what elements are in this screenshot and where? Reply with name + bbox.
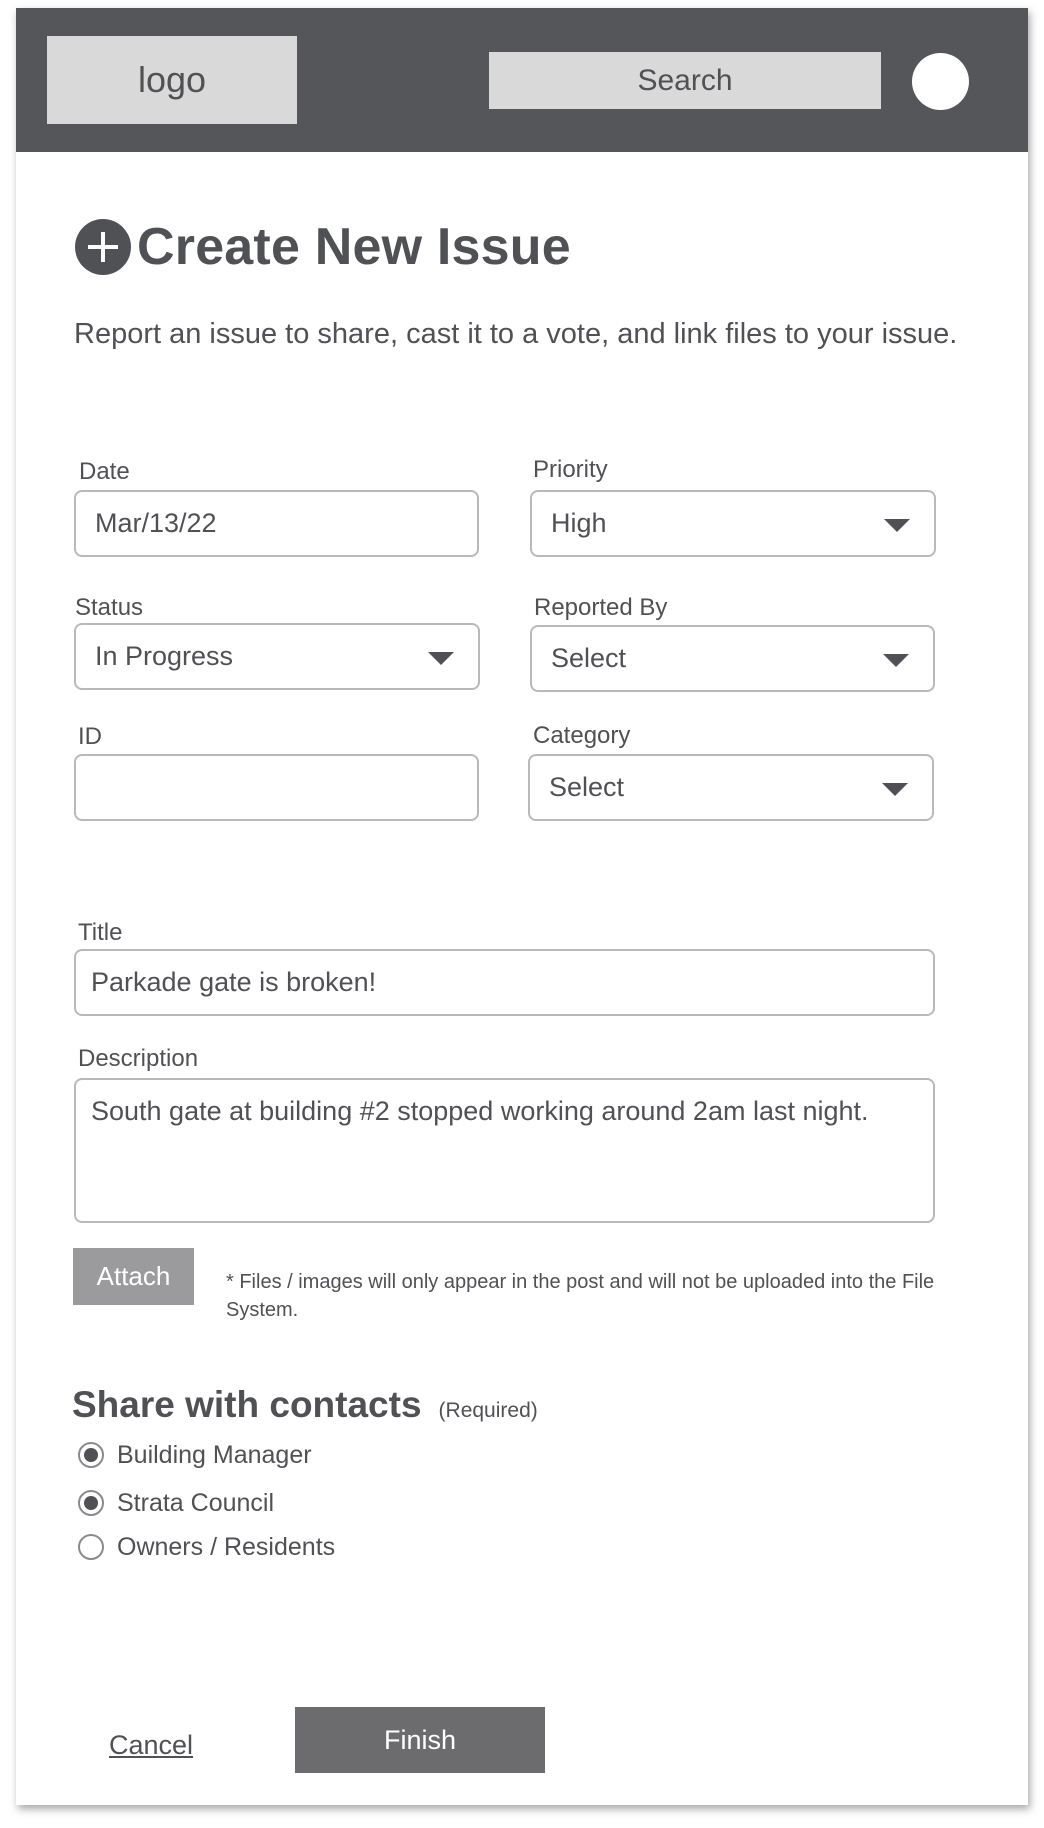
share-option-label: Strata Council <box>117 1488 275 1517</box>
radio-checked[interactable] <box>78 1442 104 1468</box>
share-heading-text: Share with contacts <box>72 1384 422 1425</box>
description-value: South gate at building #2 stopped workin… <box>91 1096 869 1126</box>
page-title: Create New Issue <box>75 218 571 276</box>
attach-note: * Files / images will only appear in the… <box>226 1271 935 1321</box>
description-textarea[interactable]: South gate at building #2 stopped workin… <box>74 1078 935 1223</box>
share-option-label: Owners / Residents <box>117 1532 336 1561</box>
title-label: Title <box>78 919 123 946</box>
date-value: Mar/13/22 <box>95 508 217 538</box>
share-option-owners-residents[interactable]: Owners / Residents <box>78 1532 335 1562</box>
finish-button[interactable]: Finish <box>295 1707 545 1773</box>
priority-value: High <box>551 508 607 538</box>
priority-label: Priority <box>533 456 608 483</box>
date-label: Date <box>79 458 130 485</box>
app-frame: logo Search Create New Issue Report an i… <box>16 8 1028 1805</box>
date-field[interactable]: Mar/13/22 <box>74 490 479 557</box>
attach-button[interactable]: Attach <box>73 1248 194 1305</box>
radio-unchecked[interactable] <box>78 1534 104 1560</box>
plus-circle-icon <box>75 219 131 275</box>
category-label: Category <box>533 722 631 749</box>
share-option-label: Building Manager <box>117 1440 312 1469</box>
title-field[interactable]: Parkade gate is broken! <box>74 949 935 1016</box>
avatar[interactable] <box>912 53 969 110</box>
status-label: Status <box>75 594 144 621</box>
reported-by-value: Select <box>551 643 627 673</box>
reported-by-label: Reported By <box>534 594 668 621</box>
category-select[interactable]: Select <box>528 754 934 821</box>
radio-checked[interactable] <box>78 1490 104 1516</box>
chevron-down-icon <box>884 519 910 532</box>
id-label: ID <box>78 723 102 750</box>
page-subtitle: Report an issue to share, cast it to a v… <box>74 318 958 350</box>
chevron-down-icon <box>882 783 908 796</box>
category-value: Select <box>549 772 625 802</box>
share-heading: Share with contacts (Required) <box>72 1384 538 1426</box>
logo[interactable]: logo <box>47 36 297 124</box>
description-label: Description <box>78 1045 199 1072</box>
chevron-down-icon <box>883 654 909 667</box>
required-label: (Required) <box>438 1399 538 1422</box>
search-input[interactable]: Search <box>489 52 881 109</box>
chevron-down-icon <box>428 652 454 665</box>
reported-by-select[interactable]: Select <box>530 625 935 692</box>
top-bar: logo Search <box>16 8 1028 152</box>
id-field[interactable] <box>74 754 479 821</box>
page-title-text: Create New Issue <box>137 218 571 276</box>
status-value: In Progress <box>95 641 234 671</box>
title-value: Parkade gate is broken! <box>91 967 377 997</box>
share-option-strata-council[interactable]: Strata Council <box>78 1488 274 1518</box>
share-option-building-manager[interactable]: Building Manager <box>78 1440 312 1470</box>
priority-select[interactable]: High <box>530 490 936 557</box>
status-select[interactable]: In Progress <box>74 623 480 690</box>
cancel-link[interactable]: Cancel <box>109 1730 193 1761</box>
